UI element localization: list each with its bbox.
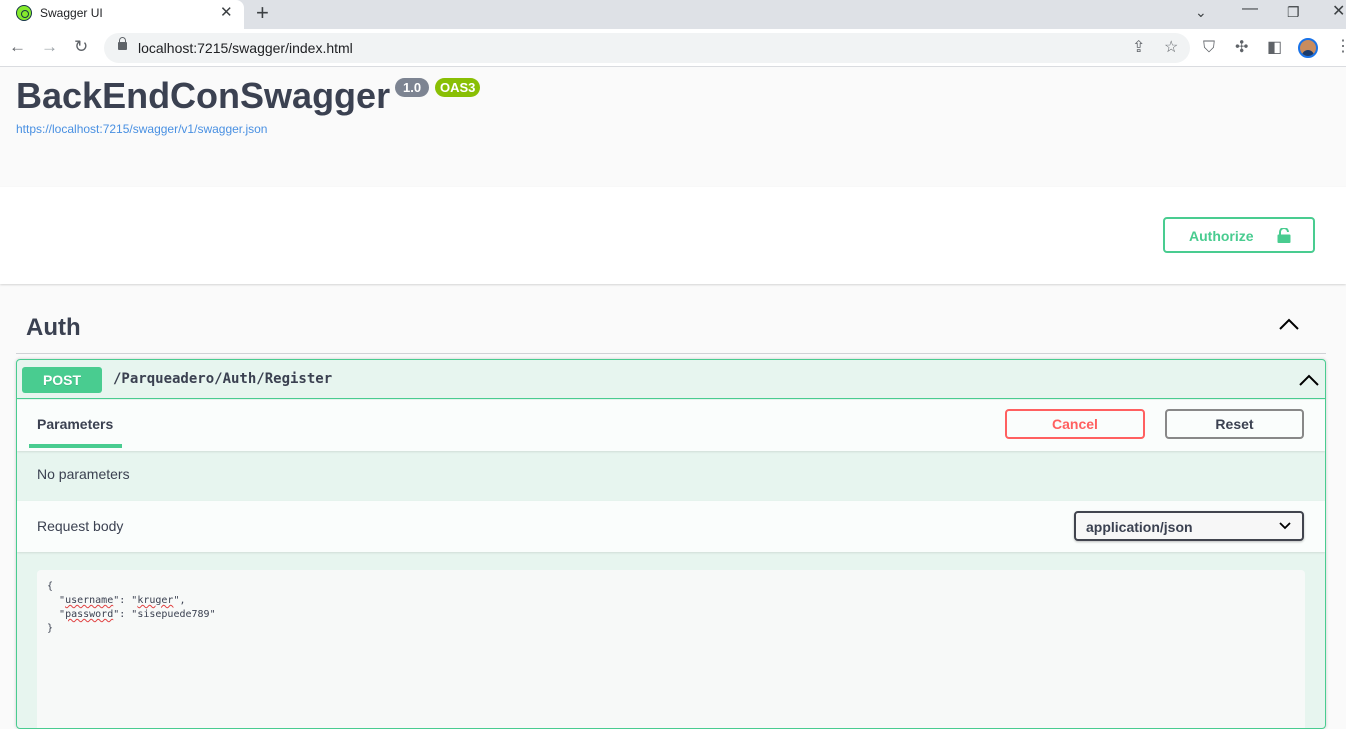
browser-tab-bar: Swagger UI ✕ + ⌄ — ❐ ✕	[0, 0, 1346, 29]
json-open-brace: {	[47, 581, 54, 592]
back-arrow-icon[interactable]: ←	[9, 37, 26, 57]
close-window-button[interactable]: ✕	[1332, 3, 1345, 21]
tab-title: Swagger UI	[40, 6, 103, 20]
json-line-password: "password": "sisepuede789"	[47, 609, 216, 620]
operation-block-post: POST /Parqueadero/Auth/Register Paramete…	[16, 359, 1326, 729]
profile-avatar[interactable]	[1298, 38, 1318, 58]
bookmark-star-icon[interactable]: ☆	[1164, 38, 1178, 58]
tab-close-icon[interactable]: ✕	[220, 4, 233, 22]
swagger-json-link[interactable]: https://localhost:7215/swagger/v1/swagge…	[16, 122, 267, 136]
lock-icon[interactable]	[118, 37, 127, 50]
request-body-label: Request body	[37, 518, 124, 534]
json-close-brace: }	[47, 623, 54, 634]
parameters-header: Parameters Cancel Reset	[17, 400, 1325, 451]
browser-tab[interactable]: Swagger UI ✕	[0, 0, 244, 29]
operation-summary[interactable]: POST /Parqueadero/Auth/Register	[17, 360, 1325, 399]
no-parameters-text: No parameters	[37, 466, 130, 482]
side-panel-icon[interactable]: ◧	[1267, 38, 1282, 58]
share-icon[interactable]: ⇪	[1132, 38, 1145, 58]
json-key-password: password	[65, 609, 114, 620]
new-tab-button[interactable]: +	[256, 1, 269, 25]
tag-header-auth[interactable]: Auth	[16, 305, 1326, 354]
method-badge: POST	[22, 367, 102, 393]
forward-arrow-icon[interactable]: →	[41, 37, 58, 57]
json-line-username: "username": "kruger",	[47, 595, 186, 606]
authorize-button[interactable]: Authorize	[1163, 217, 1315, 253]
request-body-editor[interactable]: { "username": "kruger", "password": "sis…	[37, 570, 1305, 728]
content-type-select[interactable]: application/json	[1074, 511, 1304, 541]
tab-search-chevron-icon[interactable]: ⌄	[1195, 3, 1207, 21]
browser-toolbar: ← → ↻ localhost:7215/swagger/index.html …	[0, 29, 1346, 67]
active-tab-underline	[29, 444, 122, 448]
tab-parameters[interactable]: Parameters	[37, 416, 113, 432]
shield-extension-icon[interactable]: ⛉	[1203, 38, 1215, 58]
extensions-puzzle-icon[interactable]: ✣	[1235, 38, 1248, 58]
swagger-favicon-icon	[16, 5, 32, 21]
json-value-username: kruger	[137, 595, 174, 606]
api-title: BackEndConSwagger	[16, 75, 391, 116]
version-badge: 1.0	[395, 78, 430, 97]
request-body-header: Request body application/json	[17, 501, 1325, 552]
reload-icon[interactable]: ↻	[74, 37, 88, 57]
unlock-icon	[1277, 228, 1291, 243]
minimize-button[interactable]: —	[1242, 0, 1258, 18]
cancel-button[interactable]: Cancel	[1005, 409, 1145, 439]
restore-button[interactable]: ❐	[1287, 3, 1300, 21]
operation-path: /Parqueadero/Auth/Register	[113, 371, 333, 387]
tag-name: Auth	[26, 314, 81, 341]
chevron-up-icon[interactable]	[1278, 317, 1300, 331]
address-bar[interactable]: localhost:7215/swagger/index.html ⇪ ☆	[104, 33, 1190, 63]
oas-badge: OAS3	[435, 78, 481, 97]
chevron-up-icon[interactable]	[1298, 373, 1320, 387]
json-key-username: username	[65, 595, 114, 606]
browser-menu-icon[interactable]: ⋮	[1335, 37, 1346, 57]
content-type-value: application/json	[1086, 519, 1193, 535]
url-text[interactable]: localhost:7215/swagger/index.html	[138, 40, 353, 56]
authorize-label: Authorize	[1189, 228, 1254, 244]
chevron-down-icon	[1279, 522, 1291, 530]
api-info: BackEndConSwagger 1.0 OAS3 https://local…	[0, 67, 1346, 187]
scheme-container: Authorize	[0, 187, 1346, 284]
json-value-password: sisepuede789	[137, 609, 210, 620]
reset-button[interactable]: Reset	[1165, 409, 1304, 439]
